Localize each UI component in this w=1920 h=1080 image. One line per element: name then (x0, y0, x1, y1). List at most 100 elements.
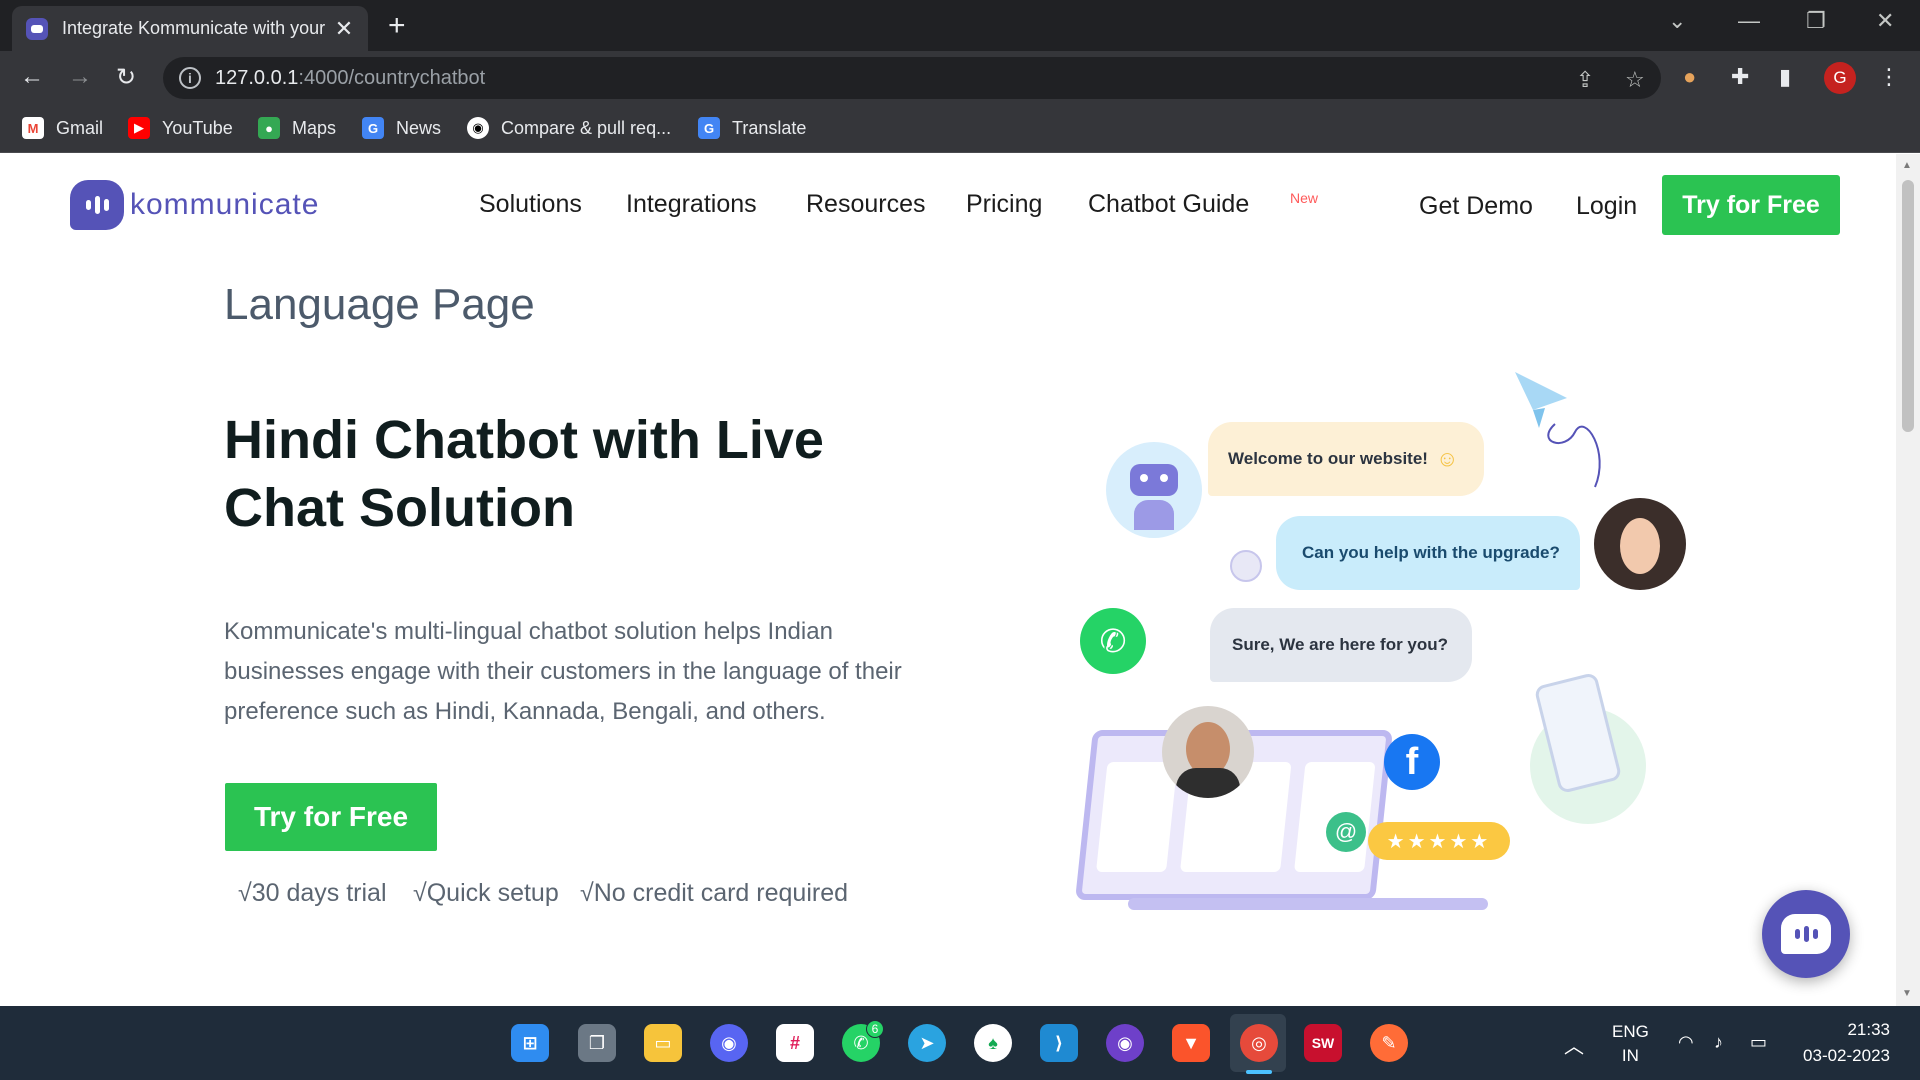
slack-icon[interactable]: # (776, 1024, 814, 1062)
clock-date: 03-02-2023 (1803, 1046, 1890, 1065)
github-icon: ◉ (467, 117, 489, 139)
minimize-icon[interactable]: — (1738, 8, 1760, 34)
vscode-icon[interactable]: ⟩ (1040, 1024, 1078, 1062)
facebook-icon: f (1384, 734, 1440, 790)
telegram-icon[interactable]: ➤ (908, 1024, 946, 1062)
bookmark-label: Gmail (56, 117, 104, 138)
studio-wallet-icon[interactable]: SW (1304, 1024, 1342, 1062)
active-app-indicator (1246, 1070, 1272, 1074)
bookmark-label: YouTube (162, 117, 233, 138)
get-demo-link[interactable]: Get Demo (1419, 192, 1533, 221)
feature-trial: √30 days trial (238, 879, 387, 907)
tab-title: Integrate Kommunicate with your (62, 18, 326, 38)
nav-integrations[interactable]: Integrations (626, 190, 757, 219)
file-explorer-icon[interactable]: ▭ (644, 1024, 682, 1062)
new-tab-button[interactable]: + (388, 9, 406, 43)
nav-chatbot-guide[interactable]: Chatbot Guide (1088, 190, 1249, 219)
chat-bubble-upgrade: Can you help with the upgrade? (1276, 516, 1580, 590)
chat-bubble-text: Sure, We are here for you? (1232, 635, 1449, 654)
brave-icon[interactable]: ▼ (1172, 1024, 1210, 1062)
github-desktop-icon[interactable]: ◉ (1106, 1024, 1144, 1062)
chrome-icon[interactable]: ◎ (1240, 1024, 1278, 1062)
discord-icon[interactable]: ◉ (710, 1024, 748, 1062)
tray-overflow-icon[interactable]: ︿ (1564, 1030, 1584, 1059)
side-panel-icon[interactable]: ▮ (1779, 64, 1791, 90)
profile-avatar[interactable]: G (1824, 62, 1856, 94)
hero-illustration: Welcome to our website! ☺ Can you help w… (1070, 372, 1700, 910)
extensions-puzzle-icon[interactable]: ✚ (1731, 64, 1749, 90)
feature-setup: √Quick setup (413, 879, 559, 907)
gmail-icon: M (22, 117, 44, 139)
browser-tab-active[interactable]: Integrate Kommunicate with your ✕ (12, 6, 368, 51)
scroll-down-arrow-icon[interactable]: ▼ (1902, 988, 1912, 999)
tab-search-chevron-icon[interactable]: ⌄ (1668, 8, 1686, 34)
site-info-icon[interactable]: i (179, 67, 201, 89)
chrome-menu-icon[interactable]: ⋮ (1878, 64, 1900, 90)
laptop-base (1128, 898, 1488, 910)
bookmark-news[interactable]: G News (362, 117, 441, 139)
forward-arrow-icon[interactable]: → (68, 63, 92, 91)
news-icon: G (362, 117, 384, 139)
language-indicator[interactable]: ENG IN (1612, 1022, 1649, 1066)
windows-start-icon[interactable]: ⊞ (511, 1024, 549, 1062)
page-scrollbar[interactable]: ▲ ▼ (1896, 154, 1920, 1006)
chat-bubble-text: Can you help with the upgrade? (1302, 543, 1560, 562)
try-for-free-button[interactable]: Try for Free (225, 783, 437, 851)
bookmark-label: Translate (732, 117, 807, 138)
customer-avatar (1594, 498, 1686, 590)
feature-no-card: √No credit card required (580, 879, 849, 907)
bookmark-label: Maps (292, 117, 337, 138)
page-label: Language Page (224, 280, 535, 329)
tab-close-icon[interactable]: ✕ (334, 16, 354, 42)
battery-icon[interactable]: ▭ (1750, 1032, 1767, 1053)
chat-bubble-reply: Sure, We are here for you? (1210, 608, 1472, 682)
nav-pricing[interactable]: Pricing (966, 190, 1042, 219)
clock[interactable]: 21:33 03-02-2023 (1796, 1020, 1890, 1066)
restore-icon[interactable]: ❐ (1806, 8, 1826, 34)
bookmark-gmail[interactable]: M Gmail (22, 117, 103, 139)
url-path: :4000/countrychatbot (298, 66, 486, 89)
whatsapp-icon: ✆ (1080, 608, 1146, 674)
clock-time: 21:33 (1847, 1020, 1890, 1039)
hero-description: Kommunicate's multi-lingual chatbot solu… (224, 618, 902, 725)
postman-icon[interactable]: ✎ (1370, 1024, 1408, 1062)
web-page: kommunicate Solutions Integrations Resou… (0, 154, 1896, 1006)
scroll-up-arrow-icon[interactable]: ▲ (1902, 160, 1912, 171)
scrollbar-thumb[interactable] (1902, 180, 1914, 432)
language-code: ENG (1612, 1022, 1649, 1041)
bookmark-translate[interactable]: G Translate (698, 117, 806, 139)
logo-text: kommunicate (130, 188, 320, 221)
nav-solutions[interactable]: Solutions (479, 190, 582, 219)
wifi-icon[interactable]: ◠ (1678, 1032, 1694, 1053)
chat-bubble-welcome: Welcome to our website! ☺ (1208, 422, 1484, 496)
bookmark-maps[interactable]: ● Maps (258, 117, 336, 139)
volume-icon[interactable]: ♪ (1714, 1032, 1723, 1053)
back-arrow-icon[interactable]: ← (20, 63, 44, 91)
chat-widget-icon (1781, 914, 1831, 954)
url-host: 127.0.0.1 (215, 66, 299, 89)
try-for-free-header-button[interactable]: Try for Free (1662, 175, 1840, 235)
cookie-extension-icon[interactable]: ● (1683, 64, 1696, 90)
bookmark-youtube[interactable]: ▶ YouTube (128, 117, 233, 139)
hero-title: Hindi Chatbot with Live Chat Solution (224, 410, 824, 538)
bookmark-github[interactable]: ◉ Compare & pull req... (467, 117, 671, 139)
task-view-icon[interactable]: ❐ (578, 1024, 616, 1062)
login-link[interactable]: Login (1576, 192, 1637, 221)
maps-icon: ● (258, 117, 280, 139)
bookmark-label: News (396, 117, 442, 138)
user-placeholder-icon (1230, 550, 1262, 582)
reload-icon[interactable]: ↻ (116, 63, 136, 92)
browser-toolbar: ← → ↻ i 127.0.0.1:4000/countrychatbot ⇪ … (0, 51, 1920, 105)
mongodb-icon[interactable]: ♠ (974, 1024, 1012, 1062)
windows-taskbar: ⊞ ❐ ▭ ◉ # ✆ 6 ➤ ♠ ⟩ ◉ ▼ ◎ SW ✎ ︿ ENG IN … (0, 1006, 1920, 1080)
close-window-icon[interactable]: ✕ (1876, 8, 1894, 34)
chat-bubble-text: Welcome to our website! (1228, 449, 1428, 468)
email-at-icon: @ (1326, 812, 1366, 852)
bookmark-star-icon[interactable]: ☆ (1625, 67, 1645, 93)
kommunicate-logo[interactable]: kommunicate (70, 180, 319, 230)
kommunicate-favicon-icon (26, 17, 48, 40)
nav-resources[interactable]: Resources (806, 190, 926, 219)
address-bar[interactable]: i 127.0.0.1:4000/countrychatbot ⇪ ☆ (163, 57, 1661, 99)
chat-widget-launcher[interactable] (1762, 890, 1850, 978)
share-icon[interactable]: ⇪ (1576, 67, 1594, 93)
